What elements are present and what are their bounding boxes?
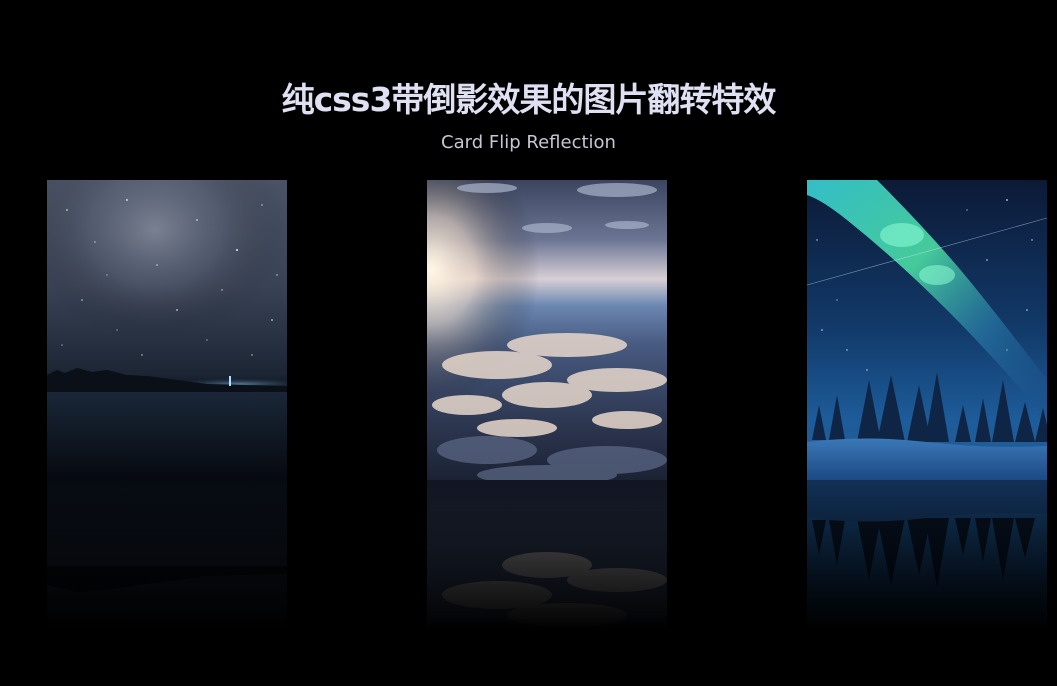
aurora-forest-image — [807, 180, 1047, 480]
page-title: 纯css3带倒影效果的图片翻转特效 — [281, 80, 777, 119]
flip-card-aurora-forest[interactable] — [807, 180, 1047, 480]
flip-card-sunset-clouds[interactable] — [427, 180, 667, 480]
starry-night-image — [47, 180, 287, 480]
sunset-clouds-image — [427, 180, 667, 480]
reflection-aurora-forest — [807, 480, 1047, 630]
reflection-starry-night — [47, 480, 287, 630]
reflection-sunset-clouds — [427, 480, 667, 630]
page-subtitle: Card Flip Reflection — [441, 132, 616, 153]
page: 纯css3带倒影效果的图片翻转特效 Card Flip Reflection — [0, 0, 1057, 686]
flip-card-starry-night[interactable] — [47, 180, 287, 480]
